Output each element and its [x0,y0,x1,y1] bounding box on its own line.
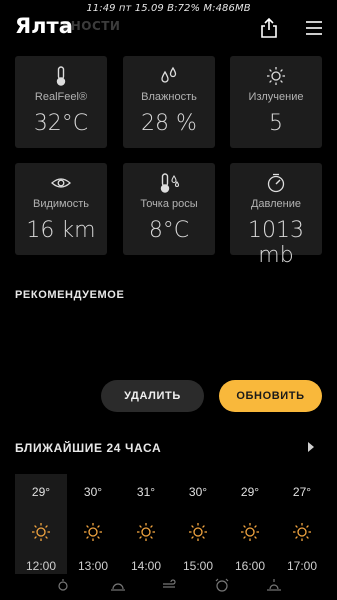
hourly-temp: 30° [83,485,103,499]
tile-label: Излучение [248,91,304,103]
tile-label: Точка росы [140,198,198,210]
hourly-item[interactable]: 31° 14:00 [120,474,172,574]
tile-value: 32°C [33,111,89,136]
tile-label: Видимость [33,198,89,210]
hourly-item[interactable]: 29° 12:00 [15,474,67,574]
bottom-nav [0,574,337,600]
hourly-item[interactable]: 30° 15:00 [172,474,224,574]
tile-realfeel: RealFeel® 32°C [15,56,107,148]
chevron-right-icon[interactable] [307,441,315,453]
alarm-icon[interactable] [214,578,230,592]
tile-value: 8°C [148,218,190,243]
hourly-time: 13:00 [77,559,109,573]
tile-uv: Излучение 5 [230,56,322,148]
tile-humidity: Влажность 28 % [123,56,215,148]
city-name[interactable]: Ялта [15,14,73,38]
sun-icon [241,523,259,541]
sun-icon [137,523,155,541]
tile-label: Влажность [141,91,197,103]
tile-visibility: Видимость 16 km [15,163,107,255]
recommended-title: РЕКОМЕНДУЕМОЕ [15,289,125,301]
eye-icon [51,178,71,188]
droplets-icon [161,66,177,83]
sunrise-icon[interactable] [110,578,126,592]
hourly-title[interactable]: БЛИЖАЙШИЕ 24 ЧАСА [15,441,161,455]
update-button[interactable]: ОБНОВИТЬ [219,380,322,412]
tile-value: 16 km [26,218,96,243]
thermometer-icon [56,66,66,86]
hourly-time: 16:00 [234,559,266,573]
wind-icon[interactable] [162,578,178,592]
hourly-temp: 29° [31,485,51,499]
tile-label: Давление [250,198,302,210]
hourly-temp: 30° [188,485,208,499]
tile-value: 1013 mb [248,218,304,268]
hourly-item[interactable]: 29° 16:00 [224,474,276,574]
sun-icon [189,523,207,541]
gauge-icon [267,173,285,193]
hourly-time: 15:00 [182,559,214,573]
delete-button[interactable]: УДАЛИТЬ [101,380,204,412]
tile-pressure: Давление 1013 mb [230,163,322,268]
hourly-time: 17:00 [286,559,318,573]
tile-value: 28 % [141,111,197,136]
hourly-temp: 29° [240,485,260,499]
header: ЕНОСТИ Ялта [0,0,337,52]
sun-icon [267,67,285,85]
sun-icon [293,523,311,541]
weather-icon[interactable] [55,578,71,592]
sun-icon [32,523,50,541]
menu-icon[interactable] [305,20,323,36]
dew-point-icon [160,173,180,193]
tile-dew-point: Точка росы 8°C [123,163,215,255]
share-icon[interactable] [259,17,279,39]
tile-label: RealFeel® [34,91,88,103]
sunset-icon[interactable] [266,578,282,592]
hourly-temp: 31° [136,485,156,499]
hourly-time: 14:00 [130,559,162,573]
sun-icon [84,523,102,541]
hourly-time: 12:00 [25,559,57,573]
hourly-item[interactable]: 30° 13:00 [67,474,119,574]
hourly-temp: 27° [292,485,312,499]
tile-value: 5 [269,111,283,136]
hourly-item[interactable]: 27° 17:00 [276,474,328,574]
